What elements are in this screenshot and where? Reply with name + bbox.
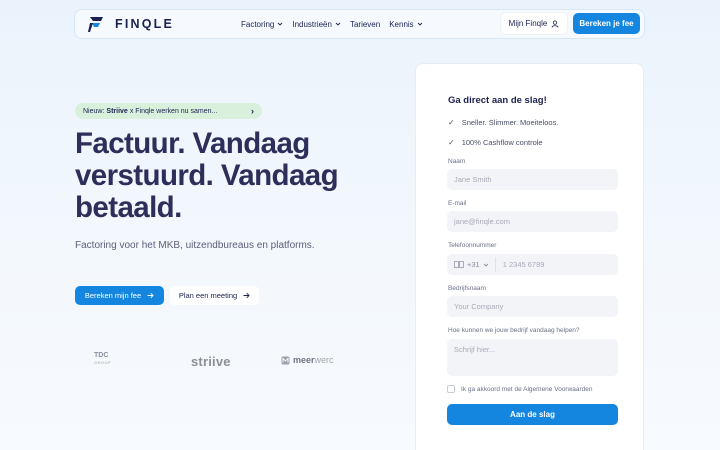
nav-item-label: Factoring xyxy=(241,19,275,29)
bereken-je-fee-button[interactable]: Bereken je fee xyxy=(573,13,640,34)
partner-logo-tdc: TDC GROUP xyxy=(94,352,111,366)
pill-text: x Finqle werken nu samen... xyxy=(129,107,218,115)
finqle-logo-icon xyxy=(88,17,103,32)
check-icon: ✓ xyxy=(448,138,455,147)
benefit-text: Sneller. Slimmer. Moeiteloos. xyxy=(461,118,559,127)
form-title: Ga direct aan de slag! xyxy=(448,95,547,106)
country-code: +31 xyxy=(467,260,480,269)
terms-checkbox[interactable] xyxy=(447,385,455,393)
chevron-right-icon: › xyxy=(251,106,254,116)
terms-consent[interactable]: Ik ga akkoord met de Algemene Voorwaarde… xyxy=(447,385,593,393)
phone-label: Telefoonnummer xyxy=(448,242,497,249)
benefit-item: ✓ Sneller. Slimmer. Moeiteloos. xyxy=(448,118,558,127)
nav-item-factoring[interactable]: Factoring xyxy=(241,20,283,29)
announcement-pill[interactable]: Nieuw: Striive x Finqle werken nu samen.… xyxy=(75,103,262,119)
partner-logo-striive: striive xyxy=(191,354,231,369)
button-label: Bereken mijn fee xyxy=(84,291,142,300)
top-navigation: FINQLE Factoring Industrieën Tarieven Ke… xyxy=(74,9,645,39)
meerwerc-logo-icon xyxy=(281,356,290,364)
help-label: Hoe kunnen we jouw bedrijf vandaag helpe… xyxy=(448,327,580,334)
meerwerc-light: werc xyxy=(314,355,334,365)
name-label: Naam xyxy=(448,158,466,165)
arrow-right-icon xyxy=(147,292,154,299)
flag-icon xyxy=(454,261,464,268)
phone-placeholder: 1 2345 6789 xyxy=(502,260,545,269)
country-code-select[interactable]: +31 xyxy=(454,257,496,272)
benefit-item: ✓ 100% Cashflow controle xyxy=(448,138,543,147)
brand-name: FINQLE xyxy=(115,17,175,31)
nav-item-label: Kennis xyxy=(389,19,414,29)
nav-links: Factoring Industrieën Tarieven Kennis xyxy=(241,10,423,38)
meerwerc-bold: meer xyxy=(293,355,315,365)
nav-item-label: Tarieven xyxy=(349,19,381,29)
mijn-finqle-label: Mijn Finqle xyxy=(508,19,548,28)
help-textarea[interactable]: Schrijf hier... xyxy=(447,339,618,376)
chevron-down-icon xyxy=(483,263,489,267)
email-input[interactable]: jane@finqle.com xyxy=(447,211,618,232)
partner-logo-meerwerc: meerwerc xyxy=(281,355,334,365)
button-label: Plan een meeting xyxy=(178,291,238,300)
company-label: Bedrijfsnaam xyxy=(448,285,486,292)
terms-label: Ik ga akkoord met de Algemene Voorwaarde… xyxy=(461,385,593,393)
signup-form-card: Ga direct aan de slag! ✓ Sneller. Slimme… xyxy=(415,63,644,450)
check-icon: ✓ xyxy=(448,118,455,127)
hero-headline: Factuur. Vandaag verstuurd. Vandaag beta… xyxy=(75,127,339,224)
company-input[interactable]: Your Company xyxy=(447,296,618,317)
plan-een-meeting-button[interactable]: Plan een meeting xyxy=(170,286,259,305)
email-label: E-mail xyxy=(448,200,467,207)
aan-de-slag-button[interactable]: Aan de slag xyxy=(447,404,618,425)
nav-item-industrieen[interactable]: Industrieën xyxy=(292,20,341,29)
chevron-down-icon xyxy=(417,22,422,26)
tdc-logo-text: TDC xyxy=(94,352,109,359)
user-icon xyxy=(551,19,559,28)
name-input[interactable]: Jane Smith xyxy=(447,169,618,190)
nav-item-tarieven[interactable]: Tarieven xyxy=(350,20,380,29)
benefit-text: 100% Cashflow controle xyxy=(461,138,543,147)
brand-logo[interactable]: FINQLE xyxy=(87,15,174,33)
phone-input[interactable]: +31 1 2345 6789 xyxy=(447,254,618,275)
nav-item-label: Industrieën xyxy=(292,19,332,29)
nav-item-kennis[interactable]: Kennis xyxy=(389,20,422,29)
bereken-mijn-fee-button[interactable]: Bereken mijn fee xyxy=(75,286,164,305)
chevron-down-icon xyxy=(278,22,283,26)
tdc-logo-subtext: GROUP xyxy=(94,360,112,365)
pill-prefix: Nieuw: xyxy=(83,107,105,115)
chevron-down-icon xyxy=(335,22,341,26)
mijn-finqle-button[interactable]: Mijn Finqle xyxy=(501,13,567,34)
arrow-right-icon xyxy=(243,292,250,299)
pill-highlight: Striive xyxy=(106,107,128,115)
hero-subline: Factoring voor het MKB, uitzendbureaus e… xyxy=(75,240,315,251)
